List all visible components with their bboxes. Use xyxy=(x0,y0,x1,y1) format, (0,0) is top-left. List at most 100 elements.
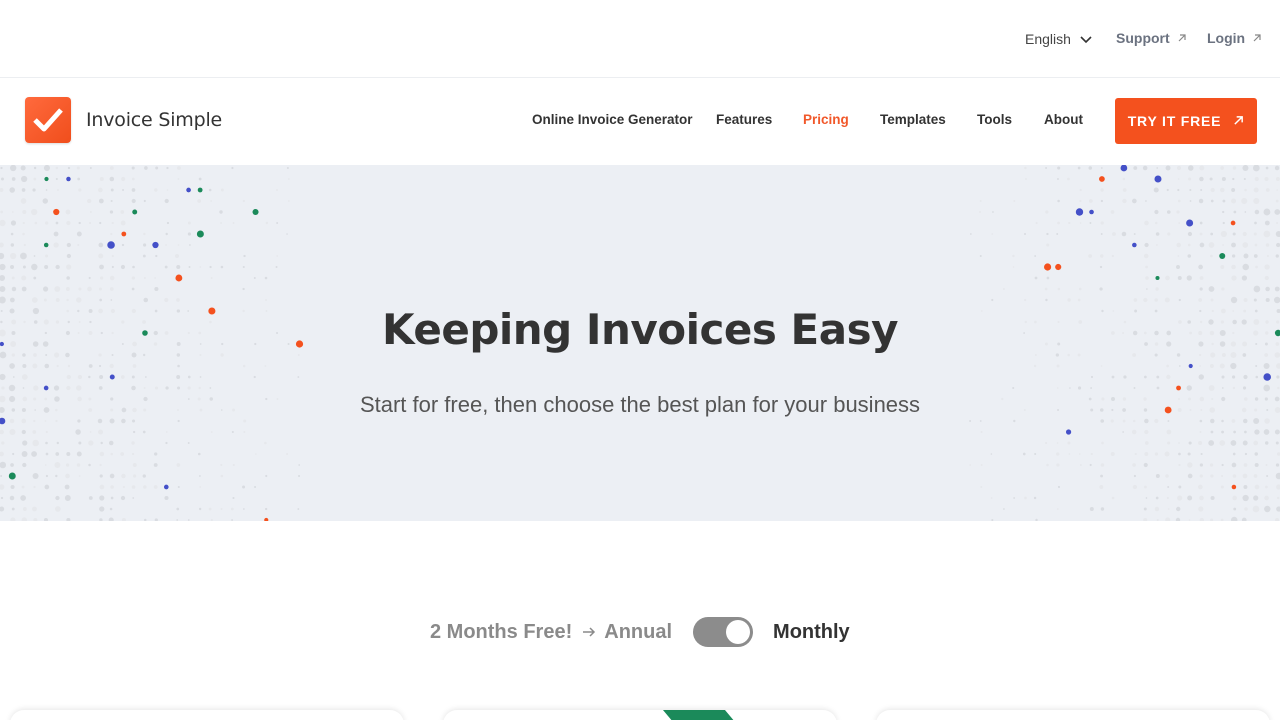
monthly-option[interactable]: Monthly xyxy=(773,621,850,644)
try-it-free-button[interactable]: TRY IT FREE xyxy=(1115,98,1257,144)
nav-tools[interactable]: Tools xyxy=(977,112,1012,127)
decor-dot xyxy=(1035,518,1038,521)
decor-dot xyxy=(1231,516,1238,521)
decor-dot xyxy=(1100,199,1104,203)
support-link[interactable]: Support xyxy=(1116,30,1188,46)
decor-dot xyxy=(265,298,268,302)
decor-dot xyxy=(176,298,180,302)
decor-dot xyxy=(189,244,191,246)
decor-dot xyxy=(276,255,279,257)
decor-dot xyxy=(1144,220,1149,226)
decor-dot xyxy=(297,376,300,378)
decor-dot xyxy=(232,463,235,467)
external-link-icon xyxy=(1176,32,1188,44)
decor-dot xyxy=(176,463,181,467)
decor-dot xyxy=(110,232,113,236)
brand-logo[interactable]: Invoice Simple xyxy=(25,97,222,143)
decor-dot xyxy=(1144,242,1149,248)
decor-dot xyxy=(187,386,191,390)
decor-dot xyxy=(0,429,4,435)
decor-dot xyxy=(199,486,202,488)
decor-dot xyxy=(143,243,147,247)
decor-dot xyxy=(210,277,213,279)
decor-dot xyxy=(1210,254,1213,258)
decor-dot xyxy=(969,420,972,422)
decor-dot xyxy=(0,506,5,512)
decor-dot xyxy=(33,485,36,489)
decor-dot xyxy=(1263,373,1271,381)
annual-option[interactable]: Annual xyxy=(604,621,672,644)
decor-dot xyxy=(1045,298,1048,302)
decor-dot xyxy=(1176,265,1180,269)
decor-dot xyxy=(1254,484,1260,490)
decor-dot xyxy=(177,386,181,390)
decor-dot xyxy=(1069,387,1071,389)
decor-dot xyxy=(1100,419,1105,423)
decor-dot xyxy=(77,243,80,247)
decor-dot xyxy=(1153,187,1159,193)
decor-dot xyxy=(133,474,137,478)
decor-dot xyxy=(1232,386,1236,390)
decor-dot xyxy=(1145,497,1148,499)
decor-dot xyxy=(1277,386,1280,390)
language-selector[interactable]: English xyxy=(1025,30,1095,48)
nav-features[interactable]: Features xyxy=(716,112,772,127)
decor-dot xyxy=(1221,375,1225,379)
nav-pricing[interactable]: Pricing xyxy=(803,112,849,127)
decor-dot xyxy=(1232,232,1236,236)
nav-about[interactable]: About xyxy=(1044,112,1083,127)
decor-dot xyxy=(32,188,36,192)
decor-dot xyxy=(98,287,103,291)
decor-dot xyxy=(55,177,58,181)
decor-dot xyxy=(1143,253,1149,259)
decor-dot xyxy=(1178,222,1181,224)
decor-dot xyxy=(121,176,126,182)
decor-dot xyxy=(64,484,70,490)
decor-dot xyxy=(88,463,91,467)
decor-dot xyxy=(99,495,105,501)
decor-dot xyxy=(991,298,994,302)
decor-dot xyxy=(1100,221,1104,225)
decor-dot xyxy=(1275,199,1279,203)
decor-dot xyxy=(1167,420,1170,422)
decor-dot xyxy=(979,211,982,213)
decor-dot xyxy=(264,365,267,367)
decor-dot xyxy=(1122,198,1127,204)
decor-dot xyxy=(1110,452,1115,456)
decor-dot xyxy=(1045,210,1049,214)
nav-templates[interactable]: Templates xyxy=(880,112,946,127)
nav-online-invoice-generator[interactable]: Online Invoice Generator xyxy=(532,112,693,127)
decor-dot xyxy=(1024,166,1027,170)
decor-dot xyxy=(297,353,300,357)
login-link[interactable]: Login xyxy=(1207,30,1263,46)
decor-dot xyxy=(44,265,49,269)
decor-dot xyxy=(1154,298,1158,302)
decor-dot xyxy=(78,188,82,192)
decor-dot xyxy=(286,452,289,456)
decor-dot xyxy=(32,430,37,434)
decor-dot xyxy=(164,297,169,303)
decor-dot xyxy=(67,166,71,170)
decor-dot xyxy=(298,464,301,466)
decor-dot xyxy=(1244,211,1247,213)
decor-dot xyxy=(66,276,70,280)
hero-title: Keeping Invoices Easy xyxy=(382,305,898,354)
decor-dot xyxy=(253,375,256,379)
decor-dot xyxy=(1165,275,1170,281)
decor-dot xyxy=(131,287,135,291)
decor-dot xyxy=(23,243,26,247)
decor-dot xyxy=(1177,276,1182,280)
decor-dot xyxy=(1221,430,1224,434)
decor-dot xyxy=(1132,198,1137,204)
billing-period-toggle[interactable] xyxy=(693,617,754,647)
decor-dot xyxy=(1034,276,1038,280)
decor-dot xyxy=(132,364,137,368)
decor-dot xyxy=(1154,452,1159,456)
decor-dot xyxy=(196,230,204,238)
decor-dot xyxy=(1134,452,1137,456)
decor-dot xyxy=(1188,519,1191,521)
decor-dot xyxy=(109,287,114,291)
decor-dot xyxy=(264,276,268,280)
decor-dot xyxy=(121,418,126,424)
decor-dot xyxy=(1176,385,1181,391)
